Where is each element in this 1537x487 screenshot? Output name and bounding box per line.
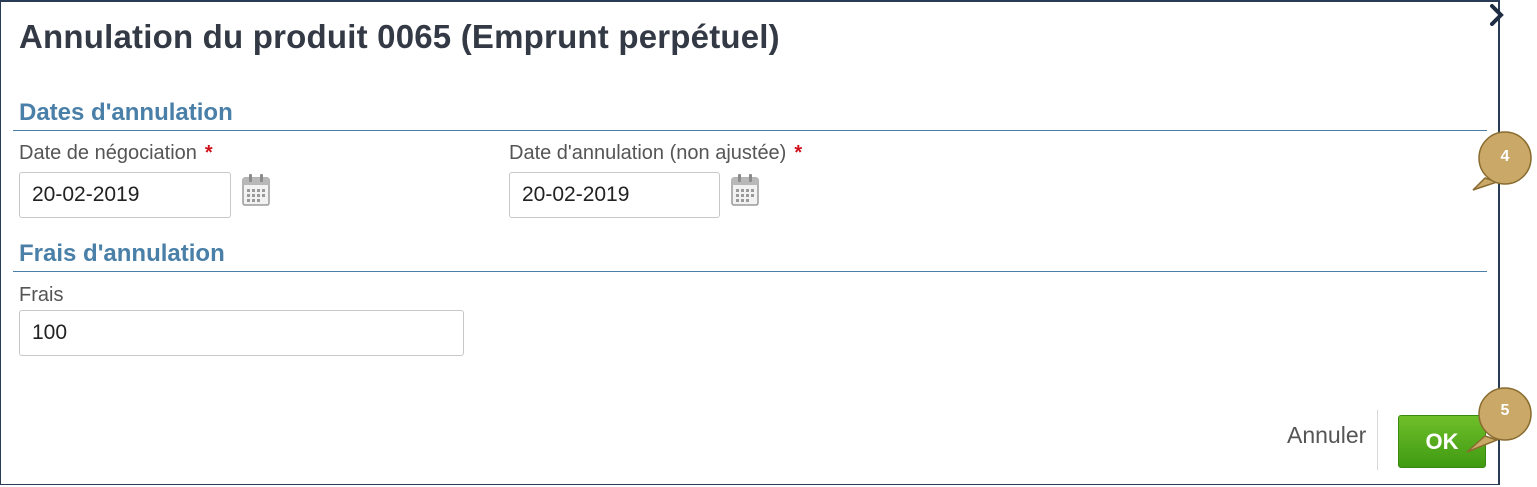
fee-label: Frais bbox=[19, 284, 64, 306]
callout-marker: 4 bbox=[1465, 120, 1537, 200]
section-divider bbox=[13, 130, 1487, 131]
callout-number: 5 bbox=[1500, 402, 1510, 419]
section-title-fees: Frais d'annulation bbox=[19, 240, 225, 267]
dialog-title: Annulation du produit 0065 (Emprunt perp… bbox=[19, 18, 780, 55]
calendar-icon[interactable] bbox=[730, 173, 760, 207]
footer-divider bbox=[1377, 410, 1378, 470]
close-icon[interactable] bbox=[1490, 4, 1504, 26]
required-marker: * bbox=[204, 142, 213, 164]
negotiation-date-label-text: Date de négociation bbox=[19, 142, 197, 164]
negotiation-date-input[interactable]: 20-02-2019 bbox=[19, 172, 231, 218]
calendar-icon[interactable] bbox=[241, 173, 271, 207]
cancellation-dialog: Annulation du produit 0065 (Emprunt perp… bbox=[0, 0, 1504, 485]
cancellation-date-label-text: Date d'annulation (non ajustée) bbox=[509, 142, 787, 164]
cancellation-date-label: Date d'annulation (non ajustée) * bbox=[509, 142, 802, 165]
cancellation-date-input[interactable]: 20-02-2019 bbox=[509, 172, 720, 218]
callout-marker: 5 bbox=[1465, 378, 1537, 458]
fee-input[interactable]: 100 bbox=[19, 310, 464, 356]
section-title-dates: Dates d'annulation bbox=[19, 99, 233, 126]
section-divider bbox=[13, 271, 1487, 272]
negotiation-date-label: Date de négociation * bbox=[19, 142, 213, 165]
callout-number: 4 bbox=[1500, 148, 1510, 165]
required-marker: * bbox=[794, 142, 803, 164]
cancel-button[interactable]: Annuler bbox=[1287, 422, 1366, 449]
